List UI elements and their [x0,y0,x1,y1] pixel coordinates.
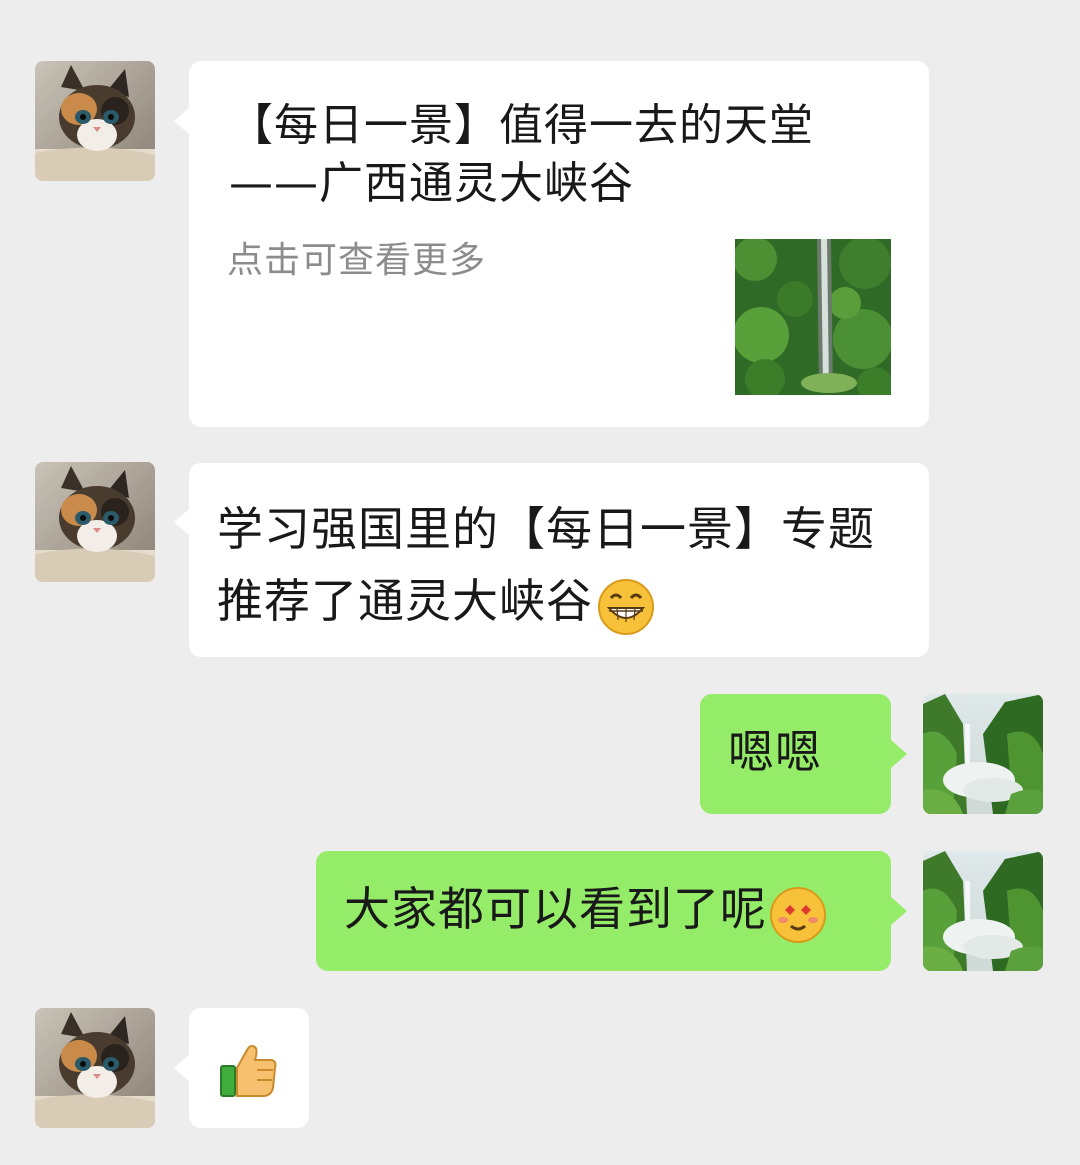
bubble-tail [174,1054,190,1082]
message-bubble[interactable]: 学习强国里的【每日一景】专题推荐了通灵大峡谷 [189,463,929,657]
bubble-tail [174,508,190,536]
thumbs-up-emoji [220,1045,277,1097]
message-bubble[interactable]: 嗯嗯 [700,694,891,814]
kitten-avatar[interactable] [35,462,155,582]
waterfall-landscape-avatar[interactable] [923,694,1043,814]
message-text: 学习强国里的【每日一景】专题推荐了通灵大峡谷 [217,502,875,628]
kitten-avatar[interactable] [35,1008,155,1128]
link-card-title: 【每日一景】值得一去的天堂——广西通灵大峡谷 [229,100,814,209]
waterfall-thumbnail [735,239,891,395]
message-text: 大家都可以看到了呢 [344,882,767,936]
message-text: 嗯嗯 [728,725,822,779]
bubble-tail [174,107,190,135]
bubble-tail [891,740,907,768]
heart-eyes-emoji [770,886,826,943]
bubble-tail [891,897,907,925]
sticker-bubble[interactable] [189,1008,309,1128]
waterfall-landscape-avatar[interactable] [923,851,1043,971]
link-card-description: 点击可查看更多 [227,240,487,281]
link-card[interactable]: 【每日一景】值得一去的天堂——广西通灵大峡谷 点击可查看更多 [189,61,929,427]
message-bubble[interactable]: 大家都可以看到了呢 [316,851,891,971]
kitten-avatar[interactable] [35,61,155,181]
grinning-face-emoji [598,578,654,635]
